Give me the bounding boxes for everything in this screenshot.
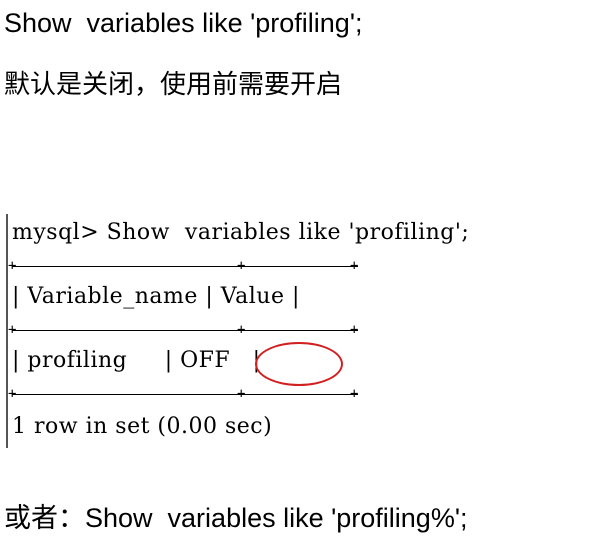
footer-alternative-command: 或者：Show variables like 'profiling%';: [4, 503, 468, 533]
result-line: 1 row in set (0.00 sec): [12, 414, 273, 439]
table-border-middle: + + +: [8, 322, 359, 338]
note-default-off: 默认是关闭，使用前需要开启: [4, 70, 343, 100]
table-border-top: + + +: [8, 258, 359, 274]
highlight-circle: [255, 342, 343, 386]
mysql-console: mysql> Show variables like 'profiling'; …: [6, 214, 588, 448]
command-line: mysql> Show variables like 'profiling';: [12, 220, 470, 245]
table-data-row: | profiling | OFF |: [12, 348, 261, 373]
table-header-row: | Variable_name | Value |: [12, 284, 300, 309]
table-border-bottom: + + +: [8, 386, 359, 402]
heading-command: Show variables like 'profiling';: [4, 8, 363, 38]
